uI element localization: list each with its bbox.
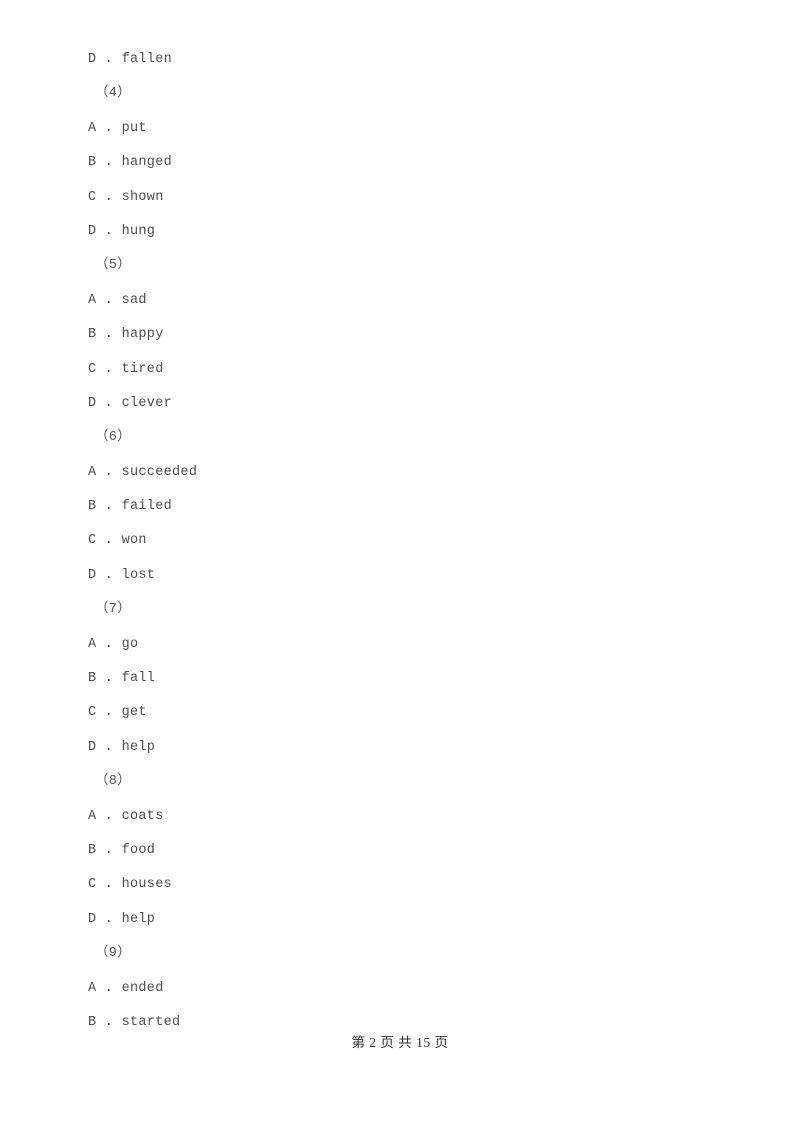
answer-option[interactable]: D . lost <box>88 566 708 600</box>
answer-option[interactable]: D . help <box>88 910 708 944</box>
question-group-marker[interactable]: （7） <box>88 600 708 634</box>
answer-option[interactable]: D . fallen <box>88 50 708 84</box>
answer-option[interactable]: D . help <box>88 738 708 772</box>
question-group-marker[interactable]: （8） <box>88 772 708 806</box>
answer-option[interactable]: B . hanged <box>88 153 708 187</box>
answer-option[interactable]: A . go <box>88 635 708 669</box>
question-list: D . fallen （4） A . put B . hanged C . shown D… <box>88 50 708 1047</box>
answer-option[interactable]: B . fall <box>88 669 708 703</box>
answer-option[interactable]: C . won <box>88 531 708 565</box>
answer-option[interactable]: D . clever <box>88 394 708 428</box>
answer-option[interactable]: C . shown <box>88 188 708 222</box>
answer-option[interactable]: C . houses <box>88 875 708 909</box>
answer-option[interactable]: A . succeeded <box>88 463 708 497</box>
answer-option[interactable]: A . sad <box>88 291 708 325</box>
answer-option[interactable]: C . get <box>88 703 708 737</box>
document-page: D . fallen （4） A . put B . hanged C . shown D… <box>0 0 800 1132</box>
question-group-marker[interactable]: （6） <box>88 428 708 462</box>
answer-option[interactable]: B . failed <box>88 497 708 531</box>
question-group-marker[interactable]: （4） <box>88 84 708 118</box>
page-footer: 第 2 页 共 15 页 <box>351 1035 449 1050</box>
answer-option[interactable]: A . put <box>88 119 708 153</box>
answer-option[interactable]: D . hung <box>88 222 708 256</box>
answer-option[interactable]: A . ended <box>88 979 708 1013</box>
question-group-marker[interactable]: （9） <box>88 944 708 978</box>
question-group-marker[interactable]: （5） <box>88 256 708 290</box>
answer-option[interactable]: B . happy <box>88 325 708 359</box>
answer-option[interactable]: C . tired <box>88 360 708 394</box>
answer-option[interactable]: B . food <box>88 841 708 875</box>
answer-option[interactable]: A . coats <box>88 807 708 841</box>
